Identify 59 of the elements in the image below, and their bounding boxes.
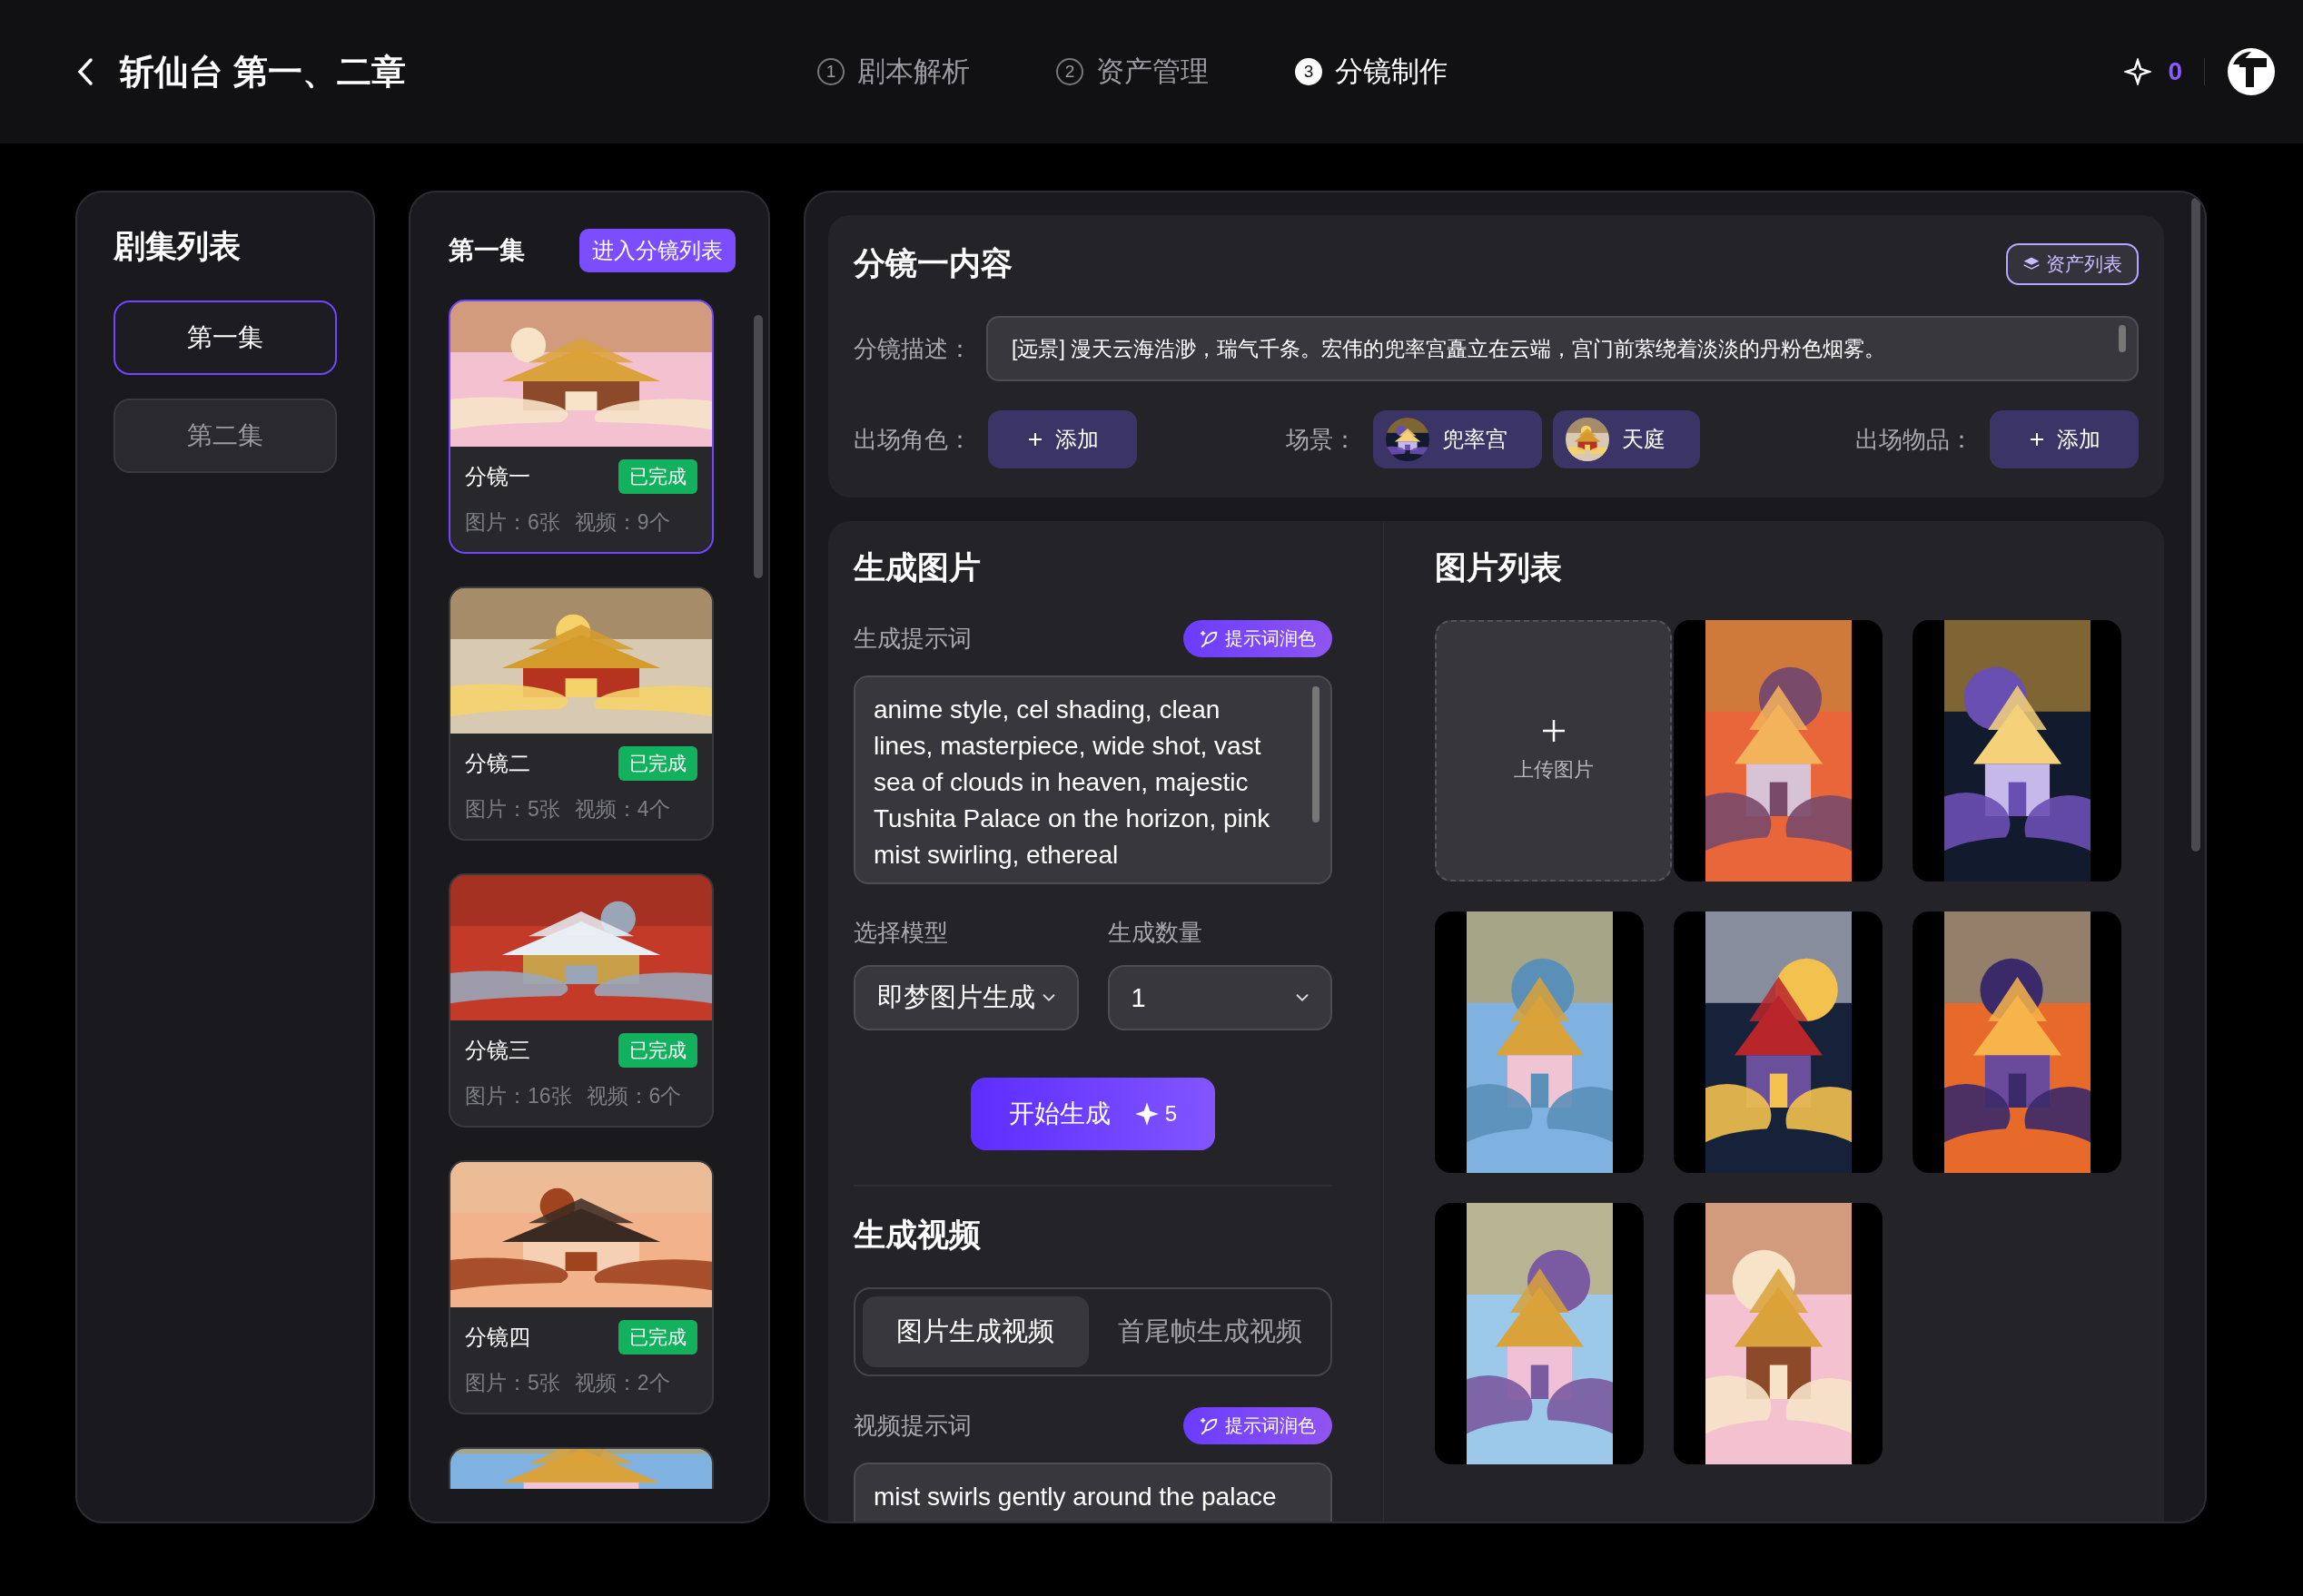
- status-badge: 已完成: [618, 746, 697, 781]
- step-tab[interactable]: 3 分镜制作: [1295, 53, 1448, 91]
- field-label: 出场角色：: [854, 424, 972, 455]
- generate-button[interactable]: 开始生成 5: [970, 1078, 1216, 1150]
- shot-card[interactable]: 分镜二 已完成 图片：5张 视频：4个: [449, 586, 714, 841]
- shot-card[interactable]: 分镜一 已完成 图片：6张 视频：9个: [449, 300, 714, 554]
- episode-item[interactable]: 第二集: [114, 399, 337, 473]
- field-label: 出场物品：: [1855, 424, 1973, 455]
- video-count: 视频：6个: [586, 1083, 682, 1109]
- episode-item[interactable]: 第一集: [114, 300, 337, 375]
- shot-title: 分镜三: [465, 1037, 530, 1064]
- upload-box[interactable]: 上传图片: [1435, 620, 1672, 882]
- field-label: 分镜描述：: [854, 333, 972, 364]
- field-label: 生成数量: [1107, 919, 1202, 946]
- scene-chip[interactable]: 天庭: [1553, 410, 1700, 468]
- step-tab[interactable]: 1 剧本解析: [817, 53, 970, 91]
- shot-card[interactable]: 分镜三 已完成 图片：16张 视频：6个: [449, 873, 714, 1128]
- panel-title: 剧集列表: [114, 227, 242, 265]
- add-character-button[interactable]: 添加: [988, 410, 1137, 468]
- video-count: 视频：4个: [574, 796, 670, 823]
- status-badge: 已完成: [618, 1033, 697, 1068]
- video-count: 视频：2个: [574, 1370, 670, 1396]
- step-tab[interactable]: 2 资产管理: [1056, 53, 1209, 91]
- section-title: 生成图片: [854, 548, 982, 586]
- status-badge: 已完成: [618, 1320, 697, 1355]
- asset-list-button[interactable]: 资产列表: [2006, 242, 2139, 285]
- section-title: 分镜一内容: [854, 244, 1013, 282]
- image-count: 图片：16张: [465, 1083, 572, 1109]
- description-field[interactable]: [远景] 漫天云海浩渺，瑞气千条。宏伟的兜率宫矗立在云端，宫门前萦绕着淡淡的丹粉色烟雾。: [986, 316, 2139, 381]
- polish-button[interactable]: 提示词润色: [1183, 1407, 1332, 1444]
- episode-title: 第一集: [449, 235, 525, 266]
- prompt-field[interactable]: anime style, cel shading, clean lines, masterpiece, wide shot, vast sea of clouds in heaven, majestic Tushita Palace on the horizon, pink mist swirling, ethereal: [854, 675, 1332, 884]
- prompt-field[interactable]: mist swirls gently around the palace: [854, 1463, 1332, 1522]
- image-count: 图片：5张: [465, 796, 560, 823]
- image-count: 图片：6张: [465, 509, 560, 536]
- credit-count: 0: [2168, 57, 2182, 86]
- count-select[interactable]: 1: [1107, 965, 1332, 1030]
- shot-title: 分镜四: [465, 1324, 530, 1351]
- project-title: 斩仙台 第一、二章: [120, 51, 406, 93]
- shot-list-button[interactable]: 进入分镜列表: [579, 229, 736, 272]
- section-title: 生成视频: [854, 1216, 982, 1254]
- shot-title: 分镜一: [465, 463, 530, 490]
- field-label: 视频提示词: [854, 1411, 972, 1441]
- field-label: 生成提示词: [854, 624, 972, 654]
- polish-button[interactable]: 提示词润色: [1183, 620, 1332, 657]
- add-prop-button[interactable]: 添加: [1990, 410, 2139, 468]
- mode-tab[interactable]: 图片生成视频: [863, 1296, 1089, 1367]
- shot-title: 分镜二: [465, 750, 530, 777]
- video-count: 视频：9个: [574, 509, 670, 536]
- model-select[interactable]: 即梦图片生成: [854, 965, 1079, 1030]
- scene-chip[interactable]: 兜率宫: [1373, 410, 1542, 468]
- section-title: 图片列表: [1435, 548, 1563, 586]
- field-label: 场景：: [1286, 424, 1357, 455]
- shot-card[interactable]: 分镜四 已完成 图片：5张 视频：2个: [449, 1160, 714, 1414]
- field-label: 选择模型: [854, 919, 948, 946]
- upload-label: 上传图片: [1513, 757, 1594, 783]
- status-badge: 已完成: [618, 459, 697, 494]
- image-count: 图片：5张: [465, 1370, 560, 1396]
- mode-tab[interactable]: 首尾帧生成视频: [1097, 1296, 1323, 1367]
